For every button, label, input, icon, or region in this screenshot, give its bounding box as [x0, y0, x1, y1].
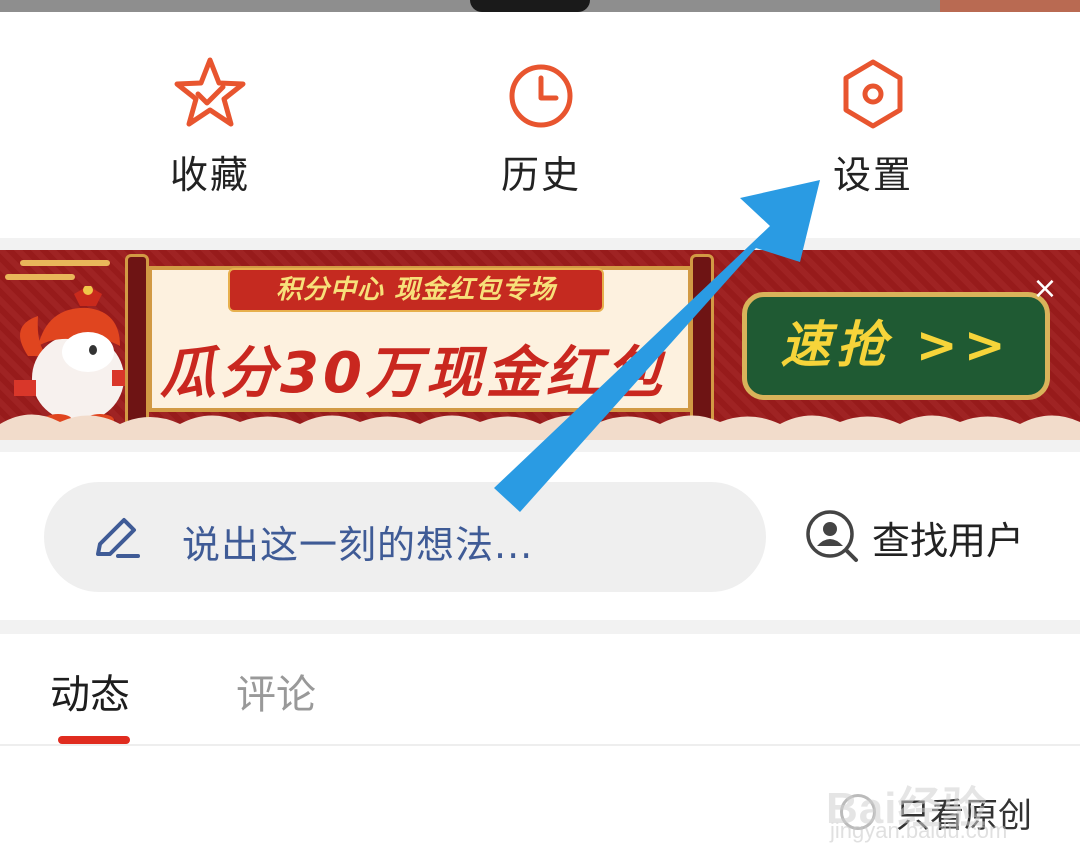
settings-button[interactable]: 设置 [763, 12, 983, 238]
section-divider [0, 440, 1080, 452]
banner-decoration [20, 260, 110, 266]
pencil-icon [96, 518, 140, 558]
tab-comments[interactable]: 评论 [236, 662, 316, 720]
active-tab-indicator [58, 736, 130, 744]
banner-badge: 积分中心 现金红包专场 [228, 268, 604, 312]
cloud-decoration [0, 414, 1080, 440]
post-composer-row: 说出这一刻的想法... 查找用户 [0, 452, 1080, 620]
banner-decoration [5, 274, 75, 280]
cropped-decoration-edge [940, 0, 1080, 12]
close-icon[interactable]: × [1030, 274, 1060, 304]
section-divider [0, 238, 1080, 250]
find-user-label: 查找用户 [872, 519, 1025, 563]
profile-page: 收藏 历史 设置 积分中心 现金红包专场 瓜分30万现金红包 速抢 >> × 说… [0, 0, 1080, 867]
original-only-label: 只看原创 [896, 796, 1032, 836]
favorites-label: 收藏 [169, 153, 250, 197]
cropped-avatar-edge [470, 0, 590, 12]
quick-actions-row: 收藏 历史 设置 [0, 12, 1080, 238]
history-label: 历史 [500, 153, 581, 197]
radio-icon[interactable] [840, 794, 876, 830]
post-thought-input[interactable]: 说出这一刻的想法... [44, 482, 766, 592]
feed-tabs: 动态 评论 [0, 634, 1080, 746]
banner-cta-button[interactable]: 速抢 >> [742, 292, 1050, 400]
banner-headline: 瓜分30万现金红包 [160, 341, 666, 406]
clock-icon [509, 64, 573, 128]
settings-label: 设置 [832, 153, 913, 197]
user-search-icon [806, 510, 858, 562]
hexagon-gear-icon [843, 59, 903, 129]
favorites-button[interactable]: 收藏 [100, 12, 320, 238]
original-only-toggle[interactable]: 只看原创 [836, 786, 1056, 836]
history-button[interactable]: 历史 [431, 12, 651, 238]
section-divider [0, 620, 1080, 634]
find-user-button[interactable]: 查找用户 [800, 502, 1050, 572]
promo-banner[interactable]: 积分中心 现金红包专场 瓜分30万现金红包 速抢 >> × [0, 250, 1080, 440]
post-placeholder: 说出这一刻的想法... [182, 523, 534, 567]
cropped-header-strip [0, 0, 1080, 12]
tab-activity[interactable]: 动态 [50, 662, 130, 720]
star-check-icon [174, 57, 246, 127]
